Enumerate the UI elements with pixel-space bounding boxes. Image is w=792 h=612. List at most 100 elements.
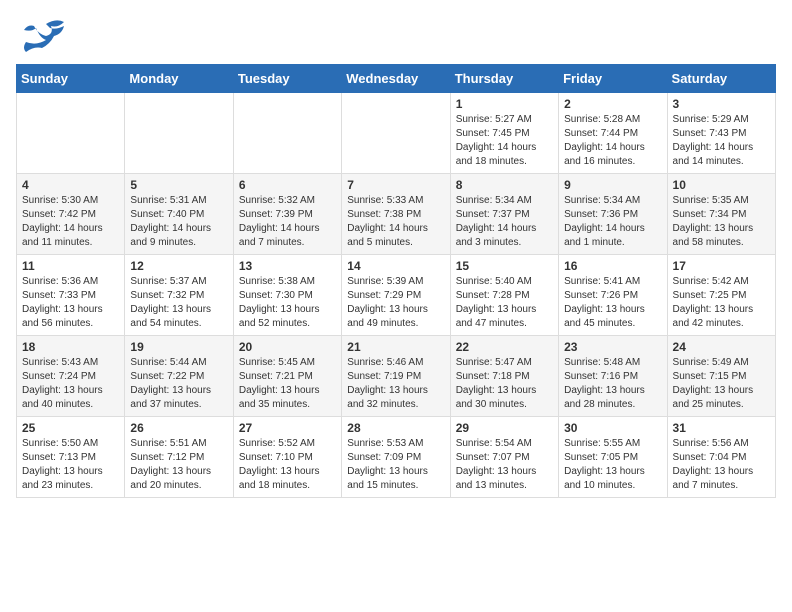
day-cell-31: 31 Sunrise: 5:56 AM Sunset: 7:04 PM Dayli… (667, 417, 775, 498)
day-info: Sunrise: 5:47 AM Sunset: 7:18 PM Dayligh… (456, 356, 553, 412)
day-info: Sunrise: 5:30 AM Sunset: 7:42 PM Dayligh… (22, 194, 119, 250)
day-info: Sunrise: 5:28 AM Sunset: 7:44 PM Dayligh… (564, 113, 661, 169)
day-cell-11: 11 Sunrise: 5:36 AM Sunset: 7:33 PM Dayli… (17, 255, 125, 336)
week-row-5: 25 Sunrise: 5:50 AM Sunset: 7:13 PM Dayli… (17, 417, 776, 498)
day-cell-17: 17Sunrise: 5:42 AM Sunset: 7:25 PM Dayli… (667, 255, 775, 336)
day-cell-1: 1Sunrise: 5:27 AM Sunset: 7:45 PM Daylig… (450, 93, 558, 174)
day-number: 26 (130, 421, 227, 435)
day-number: 3 (673, 97, 770, 111)
day-info: Sunrise: 5:37 AM Sunset: 7:32 PM Dayligh… (130, 275, 227, 331)
day-info: Sunrise: 5:39 AM Sunset: 7:29 PM Dayligh… (347, 275, 444, 331)
day-cell-26: 26 Sunrise: 5:51 AM Sunset: 7:12 PM Dayli… (125, 417, 233, 498)
day-info: Sunrise: 5:56 AM Sunset: 7:04 PM Dayligh… (673, 437, 770, 493)
day-info: Sunrise: 5:35 AM Sunset: 7:34 PM Dayligh… (673, 194, 770, 250)
day-info: Sunrise: 5:46 AM Sunset: 7:19 PM Dayligh… (347, 356, 444, 412)
day-info: Sunrise: 5:34 AM Sunset: 7:37 PM Dayligh… (456, 194, 553, 250)
day-number: 24 (673, 340, 770, 354)
weekday-header-row: SundayMondayTuesdayWednesdayThursdayFrid… (17, 65, 776, 93)
day-cell-5: 5 Sunrise: 5:31 AM Sunset: 7:40 PM Daylig… (125, 174, 233, 255)
day-cell-23: 23 Sunrise: 5:48 AM Sunset: 7:16 PM Dayli… (559, 336, 667, 417)
day-number: 30 (564, 421, 661, 435)
day-info: Sunrise: 5:53 AM Sunset: 7:09 PM Dayligh… (347, 437, 444, 493)
empty-cell (342, 93, 450, 174)
day-info: Sunrise: 5:34 AM Sunset: 7:36 PM Dayligh… (564, 194, 661, 250)
day-number: 11 (22, 259, 119, 273)
day-info: Sunrise: 5:29 AM Sunset: 7:43 PM Dayligh… (673, 113, 770, 169)
day-number: 4 (22, 178, 119, 192)
day-cell-3: 3 Sunrise: 5:29 AM Sunset: 7:43 PM Daylig… (667, 93, 775, 174)
day-info: Sunrise: 5:42 AM Sunset: 7:25 PM Dayligh… (673, 275, 770, 331)
day-number: 16 (564, 259, 661, 273)
day-info: Sunrise: 5:45 AM Sunset: 7:21 PM Dayligh… (239, 356, 336, 412)
day-cell-8: 8 Sunrise: 5:34 AM Sunset: 7:37 PM Daylig… (450, 174, 558, 255)
week-row-1: 1Sunrise: 5:27 AM Sunset: 7:45 PM Daylig… (17, 93, 776, 174)
day-cell-4: 4 Sunrise: 5:30 AM Sunset: 7:42 PM Daylig… (17, 174, 125, 255)
day-cell-12: 12 Sunrise: 5:37 AM Sunset: 7:32 PM Dayli… (125, 255, 233, 336)
day-info: Sunrise: 5:41 AM Sunset: 7:26 PM Dayligh… (564, 275, 661, 331)
day-cell-2: 2 Sunrise: 5:28 AM Sunset: 7:44 PM Daylig… (559, 93, 667, 174)
day-info: Sunrise: 5:44 AM Sunset: 7:22 PM Dayligh… (130, 356, 227, 412)
day-cell-28: 28 Sunrise: 5:53 AM Sunset: 7:09 PM Dayli… (342, 417, 450, 498)
day-info: Sunrise: 5:32 AM Sunset: 7:39 PM Dayligh… (239, 194, 336, 250)
day-number: 10 (673, 178, 770, 192)
day-info: Sunrise: 5:33 AM Sunset: 7:38 PM Dayligh… (347, 194, 444, 250)
day-number: 23 (564, 340, 661, 354)
day-cell-27: 27 Sunrise: 5:52 AM Sunset: 7:10 PM Dayli… (233, 417, 341, 498)
day-info: Sunrise: 5:36 AM Sunset: 7:33 PM Dayligh… (22, 275, 119, 331)
logo (16, 16, 70, 56)
day-cell-25: 25 Sunrise: 5:50 AM Sunset: 7:13 PM Dayli… (17, 417, 125, 498)
day-number: 22 (456, 340, 553, 354)
logo-icon (16, 16, 66, 56)
week-row-2: 4 Sunrise: 5:30 AM Sunset: 7:42 PM Daylig… (17, 174, 776, 255)
empty-cell (17, 93, 125, 174)
day-info: Sunrise: 5:52 AM Sunset: 7:10 PM Dayligh… (239, 437, 336, 493)
day-number: 1 (456, 97, 553, 111)
day-cell-19: 19Sunrise: 5:44 AM Sunset: 7:22 PM Dayli… (125, 336, 233, 417)
day-number: 8 (456, 178, 553, 192)
day-cell-18: 18Sunrise: 5:43 AM Sunset: 7:24 PM Dayli… (17, 336, 125, 417)
day-cell-29: 29 Sunrise: 5:54 AM Sunset: 7:07 PM Dayli… (450, 417, 558, 498)
empty-cell (125, 93, 233, 174)
day-info: Sunrise: 5:50 AM Sunset: 7:13 PM Dayligh… (22, 437, 119, 493)
day-number: 7 (347, 178, 444, 192)
day-info: Sunrise: 5:40 AM Sunset: 7:28 PM Dayligh… (456, 275, 553, 331)
day-number: 29 (456, 421, 553, 435)
day-cell-22: 22 Sunrise: 5:47 AM Sunset: 7:18 PM Dayli… (450, 336, 558, 417)
day-number: 9 (564, 178, 661, 192)
day-number: 14 (347, 259, 444, 273)
weekday-header-monday: Monday (125, 65, 233, 93)
day-number: 2 (564, 97, 661, 111)
day-info: Sunrise: 5:48 AM Sunset: 7:16 PM Dayligh… (564, 356, 661, 412)
day-number: 6 (239, 178, 336, 192)
day-number: 5 (130, 178, 227, 192)
calendar-table: SundayMondayTuesdayWednesdayThursdayFrid… (16, 64, 776, 498)
day-cell-13: 13Sunrise: 5:38 AM Sunset: 7:30 PM Dayli… (233, 255, 341, 336)
day-cell-14: 14 Sunrise: 5:39 AM Sunset: 7:29 PM Dayli… (342, 255, 450, 336)
day-number: 27 (239, 421, 336, 435)
day-info: Sunrise: 5:31 AM Sunset: 7:40 PM Dayligh… (130, 194, 227, 250)
week-row-4: 18Sunrise: 5:43 AM Sunset: 7:24 PM Dayli… (17, 336, 776, 417)
day-cell-20: 20 Sunrise: 5:45 AM Sunset: 7:21 PM Dayli… (233, 336, 341, 417)
day-info: Sunrise: 5:54 AM Sunset: 7:07 PM Dayligh… (456, 437, 553, 493)
day-info: Sunrise: 5:38 AM Sunset: 7:30 PM Dayligh… (239, 275, 336, 331)
day-number: 21 (347, 340, 444, 354)
day-info: Sunrise: 5:51 AM Sunset: 7:12 PM Dayligh… (130, 437, 227, 493)
day-cell-21: 21 Sunrise: 5:46 AM Sunset: 7:19 PM Dayli… (342, 336, 450, 417)
day-number: 20 (239, 340, 336, 354)
page-header (16, 16, 776, 56)
weekday-header-saturday: Saturday (667, 65, 775, 93)
day-number: 28 (347, 421, 444, 435)
day-cell-7: 7 Sunrise: 5:33 AM Sunset: 7:38 PM Daylig… (342, 174, 450, 255)
day-info: Sunrise: 5:55 AM Sunset: 7:05 PM Dayligh… (564, 437, 661, 493)
day-cell-10: 10 Sunrise: 5:35 AM Sunset: 7:34 PM Dayli… (667, 174, 775, 255)
day-cell-6: 6 Sunrise: 5:32 AM Sunset: 7:39 PM Daylig… (233, 174, 341, 255)
day-cell-9: 9 Sunrise: 5:34 AM Sunset: 7:36 PM Daylig… (559, 174, 667, 255)
weekday-header-thursday: Thursday (450, 65, 558, 93)
day-number: 31 (673, 421, 770, 435)
day-number: 18 (22, 340, 119, 354)
weekday-header-wednesday: Wednesday (342, 65, 450, 93)
day-cell-16: 16 Sunrise: 5:41 AM Sunset: 7:26 PM Dayli… (559, 255, 667, 336)
day-number: 25 (22, 421, 119, 435)
day-number: 12 (130, 259, 227, 273)
day-info: Sunrise: 5:49 AM Sunset: 7:15 PM Dayligh… (673, 356, 770, 412)
